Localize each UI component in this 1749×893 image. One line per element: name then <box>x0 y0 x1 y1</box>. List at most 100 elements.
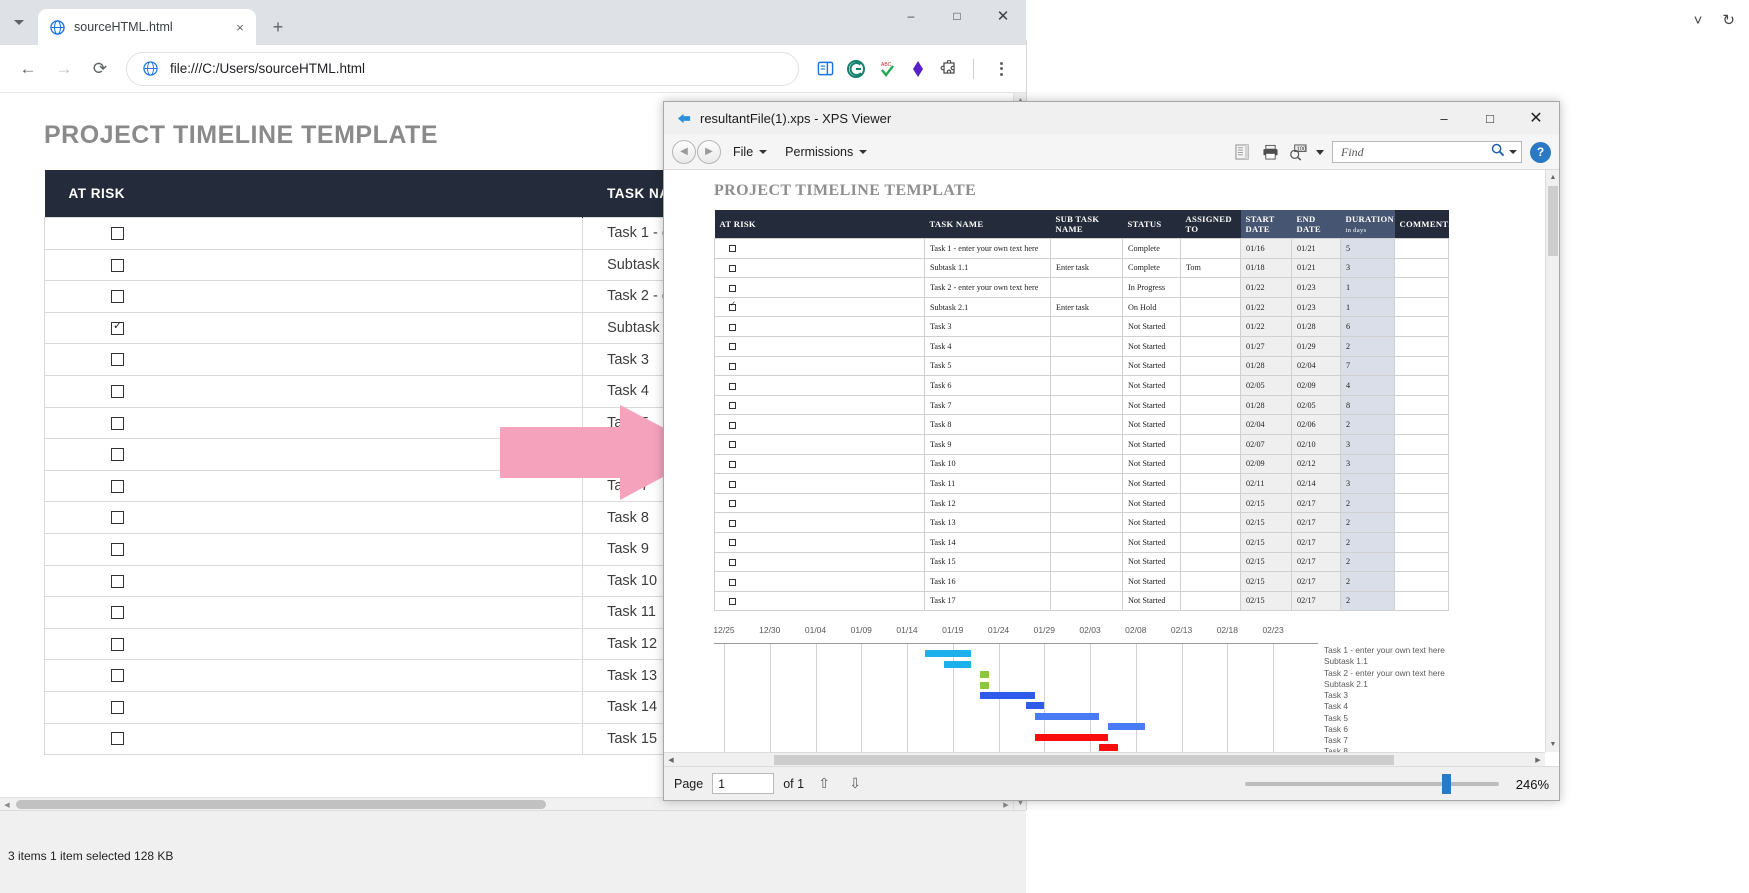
horizontal-scroll-thumb[interactable] <box>16 800 546 809</box>
xps-duration-cell: 5 <box>1340 238 1395 259</box>
at-risk-checkbox[interactable] <box>111 479 124 493</box>
tab-title: sourceHTML.html <box>74 20 173 34</box>
at-risk-checkbox[interactable] <box>111 511 124 525</box>
xps-at-risk-checkbox <box>729 402 736 410</box>
xps-col-duration-sub: in days <box>1345 227 1367 234</box>
zoom-dropdown-chevron-icon[interactable] <box>1316 149 1324 155</box>
xps-back-icon[interactable]: ◀ <box>672 139 696 164</box>
at-risk-checkbox[interactable] <box>111 353 124 367</box>
xps-scroll-down-icon[interactable]: ▼ <box>1546 737 1559 752</box>
xps-at-risk-cell <box>714 335 925 357</box>
scroll-left-icon[interactable]: ◀ <box>0 798 14 810</box>
gantt-bar <box>1026 702 1045 710</box>
xps-at-risk-cell <box>714 316 925 337</box>
xps-scroll-right-icon[interactable]: ▶ <box>1531 753 1545 766</box>
xps-horizontal-scroll-thumb[interactable] <box>774 755 1394 765</box>
close-icon[interactable]: × <box>232 19 248 35</box>
printer-icon[interactable] <box>1260 142 1280 162</box>
xps-status-cell: Not Started <box>1122 492 1181 514</box>
xps-sub-task-name-cell <box>1050 512 1123 533</box>
at-risk-checkbox[interactable] <box>111 416 124 430</box>
at-risk-checkbox[interactable] <box>111 637 124 651</box>
help-icon[interactable]: ? <box>1530 141 1551 163</box>
xps-vertical-scrollbar[interactable]: ▲ ▼ <box>1545 170 1559 752</box>
xps-file-menu[interactable]: File <box>727 141 773 163</box>
xps-task-name-cell: Subtask 1.1 <box>924 257 1051 279</box>
outline-pane-icon[interactable] <box>1232 142 1252 162</box>
xps-permissions-menu[interactable]: Permissions <box>779 141 873 163</box>
find-dropdown-chevron-icon[interactable] <box>1509 150 1517 154</box>
search-icon[interactable] <box>1491 143 1505 162</box>
zoom-100-icon[interactable]: 100 <box>1288 142 1308 162</box>
chevron-down-icon[interactable]: ˅ <box>1694 13 1703 28</box>
gantt-chart: 12/25 12/30 01/04 01/09 01/14 01/19 01/24 01/29… <box>713 625 1448 752</box>
minimize-button[interactable]: – <box>888 0 934 32</box>
at-risk-checkbox[interactable] <box>111 732 124 746</box>
at-risk-checkbox[interactable] <box>111 290 124 304</box>
reload-icon[interactable]: ⟳ <box>84 53 116 85</box>
xps-status-cell: Not Started <box>1122 590 1181 612</box>
xps-sub-task-name-cell <box>1050 335 1123 357</box>
previous-page-icon[interactable]: ⇧ <box>813 773 835 795</box>
close-button[interactable]: ✕ <box>980 0 1026 32</box>
xps-scroll-left-icon[interactable]: ◀ <box>664 753 678 766</box>
at-risk-checkbox[interactable] <box>111 542 124 556</box>
browser-tab[interactable]: sourceHTML.html × <box>38 9 256 45</box>
xps-start-date-cell: 02/15 <box>1240 531 1292 553</box>
gantt-legend-item: Task 6 <box>1324 723 1348 734</box>
xps-sub-task-name-cell <box>1050 375 1123 396</box>
at-risk-checkbox[interactable] <box>111 669 124 683</box>
xps-scroll-up-icon[interactable]: ▲ <box>1546 170 1559 185</box>
page-number-input[interactable]: 1 <box>712 773 775 794</box>
xps-col-at-risk: AT RISK <box>714 210 925 239</box>
xps-table-row: Task 8 Not Started 02/04 02/06 2 <box>714 414 1449 435</box>
forward-icon[interactable]: → <box>48 53 80 85</box>
reading-list-icon[interactable] <box>815 59 835 79</box>
address-bar[interactable]: file:///C:/Users/sourceHTML.html <box>126 51 799 86</box>
xps-sub-task-name-cell <box>1050 492 1123 514</box>
xps-maximize-button[interactable]: □ <box>1467 102 1513 134</box>
at-risk-checkbox[interactable] <box>111 606 124 620</box>
find-input[interactable]: Find <box>1332 141 1522 163</box>
xps-minimize-button[interactable]: – <box>1421 102 1467 134</box>
at-risk-checkbox[interactable] <box>111 448 124 462</box>
new-tab-button[interactable]: + <box>264 13 292 41</box>
grammarly-icon[interactable] <box>846 59 866 79</box>
zoom-slider-handle[interactable] <box>1442 774 1451 794</box>
gantt-bar <box>1035 733 1109 741</box>
zoom-slider[interactable] <box>1245 774 1499 794</box>
at-risk-checkbox[interactable] <box>111 574 124 588</box>
xps-at-risk-checkbox <box>729 578 736 586</box>
at-risk-checkbox[interactable] <box>111 226 124 240</box>
xps-window-title: resultantFile(1).xps - XPS Viewer <box>700 110 892 126</box>
at-risk-cell <box>43 596 584 629</box>
puzzle-extension-icon[interactable] <box>939 59 959 79</box>
at-risk-checkbox[interactable] <box>111 258 124 272</box>
xps-comments-cell <box>1394 414 1449 435</box>
gantt-gridline <box>1273 644 1275 752</box>
xps-horizontal-scrollbar[interactable]: ◀ ▶ <box>664 752 1545 766</box>
kebab-menu-icon[interactable] <box>988 61 1014 76</box>
xps-sub-task-name-cell <box>1050 551 1123 573</box>
gantt-plot-area <box>714 643 1318 752</box>
xps-vertical-scroll-thumb[interactable] <box>1548 186 1558 256</box>
refresh-icon[interactable]: ↻ <box>1722 13 1735 28</box>
checkmark-extension-icon[interactable]: ABC <box>877 59 897 79</box>
tab-search-button[interactable] <box>0 0 38 45</box>
at-risk-checkbox[interactable] <box>111 320 124 335</box>
at-risk-checkbox[interactable] <box>111 700 124 714</box>
xps-close-button[interactable]: ✕ <box>1513 102 1559 134</box>
xps-at-risk-cell <box>714 277 925 298</box>
svg-text:ABC: ABC <box>881 62 892 68</box>
next-page-icon[interactable]: ⇩ <box>844 773 866 795</box>
xps-table-body: Task 1 - enter your own text here Complet… <box>714 238 1449 612</box>
gantt-legend: Task 1 - enter your own text here Subtask… <box>1324 645 1448 752</box>
xps-forward-icon[interactable]: ▶ <box>697 139 721 164</box>
back-icon[interactable]: ← <box>12 53 44 85</box>
xps-table-row: Subtask 2.1Enter taskOn Hold 01/2201/231 <box>714 296 1449 318</box>
diamond-extension-icon[interactable] <box>908 59 928 79</box>
at-risk-checkbox[interactable] <box>111 384 124 398</box>
maximize-button[interactable]: □ <box>934 0 980 32</box>
xps-table-row: Task 12 Not Started 02/15 02/17 2 <box>714 492 1449 514</box>
xps-end-date-cell: 02/17 <box>1291 571 1341 592</box>
